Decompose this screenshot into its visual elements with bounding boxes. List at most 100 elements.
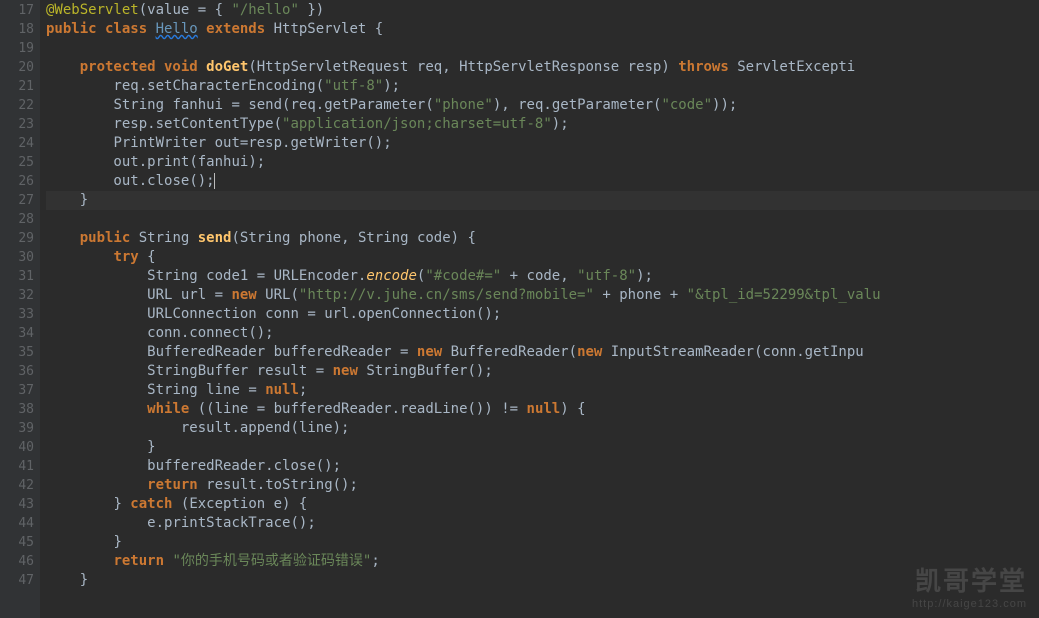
token-op: = bbox=[231, 97, 248, 113]
code-line[interactable] bbox=[46, 39, 1039, 58]
code-line[interactable]: @WebServlet(value = { "/hello" }) bbox=[46, 1, 1039, 20]
token-method-def: doGet bbox=[206, 59, 248, 75]
code-line[interactable]: public class Hello extends HttpServlet { bbox=[46, 20, 1039, 39]
line-number[interactable]: 41 bbox=[0, 457, 34, 476]
code-line[interactable]: BufferedReader bufferedReader = new Buff… bbox=[46, 343, 1039, 362]
code-line[interactable]: bufferedReader.close(); bbox=[46, 457, 1039, 476]
line-number[interactable]: 32 bbox=[0, 286, 34, 305]
code-line[interactable]: String line = null; bbox=[46, 381, 1039, 400]
token-op: ; bbox=[349, 477, 357, 493]
token-var: fanhui bbox=[198, 154, 249, 170]
line-number[interactable]: 31 bbox=[0, 267, 34, 286]
token-var: code bbox=[527, 268, 561, 284]
token-var bbox=[46, 439, 147, 455]
token-var: url bbox=[324, 306, 349, 322]
token-classname: String bbox=[240, 230, 299, 246]
token-str: "/hello" bbox=[231, 2, 298, 18]
token-var: code1 bbox=[206, 268, 257, 284]
token-op: = bbox=[316, 363, 333, 379]
line-number[interactable]: 37 bbox=[0, 381, 34, 400]
code-line[interactable]: protected void doGet(HttpServletRequest … bbox=[46, 58, 1039, 77]
line-number[interactable]: 23 bbox=[0, 115, 34, 134]
code-line[interactable]: out.print(fanhui); bbox=[46, 153, 1039, 172]
code-line[interactable]: String code1 = URLEncoder.encode("#code#… bbox=[46, 267, 1039, 286]
code-line[interactable]: URL url = new URL("http://v.juhe.cn/sms/… bbox=[46, 286, 1039, 305]
token-classname: HttpServletRequest bbox=[257, 59, 417, 75]
line-number[interactable]: 34 bbox=[0, 324, 34, 343]
token-anno: @WebServlet bbox=[46, 2, 139, 18]
code-area[interactable]: @WebServlet(value = { "/hello" })public … bbox=[40, 0, 1039, 618]
code-line[interactable]: return result.toString(); bbox=[46, 476, 1039, 495]
code-line[interactable]: result.append(line); bbox=[46, 419, 1039, 438]
token-var bbox=[46, 287, 147, 303]
token-var: close bbox=[274, 458, 316, 474]
token-paren: ( bbox=[569, 344, 577, 360]
code-line[interactable]: PrintWriter out=resp.getWriter(); bbox=[46, 134, 1039, 153]
line-number[interactable]: 18 bbox=[0, 20, 34, 39]
line-number[interactable]: 20− bbox=[0, 58, 34, 77]
token-var bbox=[46, 230, 80, 246]
code-line[interactable]: try { bbox=[46, 248, 1039, 267]
token-op: , bbox=[442, 59, 459, 75]
line-number[interactable]: 25 bbox=[0, 153, 34, 172]
code-line[interactable]: String fanhui = send(req.getParameter("p… bbox=[46, 96, 1039, 115]
line-number[interactable]: 33 bbox=[0, 305, 34, 324]
code-line[interactable]: URLConnection conn = url.openConnection(… bbox=[46, 305, 1039, 324]
line-number[interactable]: 45 bbox=[0, 533, 34, 552]
code-line[interactable]: conn.connect(); bbox=[46, 324, 1039, 343]
line-number[interactable]: 46 bbox=[0, 552, 34, 571]
token-paren: ) bbox=[493, 97, 501, 113]
line-number[interactable]: 29− bbox=[0, 229, 34, 248]
code-line[interactable]: out.close(); bbox=[46, 172, 1039, 191]
line-number[interactable]: 43 bbox=[0, 495, 34, 514]
token-classname: HttpServlet bbox=[274, 21, 375, 37]
token-op: + bbox=[594, 287, 619, 303]
code-line[interactable]: req.setCharacterEncoding("utf-8"); bbox=[46, 77, 1039, 96]
token-var: conn bbox=[265, 306, 307, 322]
line-number-gutter[interactable]: 17181920−212223242526272829−303132333435… bbox=[0, 0, 40, 618]
line-number[interactable]: 17 bbox=[0, 1, 34, 20]
line-number[interactable]: 21 bbox=[0, 77, 34, 96]
code-line[interactable]: while ((line = bufferedReader.readLine()… bbox=[46, 400, 1039, 419]
line-number[interactable]: 22 bbox=[0, 96, 34, 115]
code-line[interactable]: } bbox=[46, 191, 1039, 210]
code-line[interactable]: } bbox=[46, 438, 1039, 457]
token-var: req bbox=[518, 97, 543, 113]
code-line[interactable]: } bbox=[46, 571, 1039, 590]
line-number[interactable]: 39 bbox=[0, 419, 34, 438]
line-number[interactable]: 44 bbox=[0, 514, 34, 533]
line-number[interactable]: 19 bbox=[0, 39, 34, 58]
line-number[interactable]: 24 bbox=[0, 134, 34, 153]
code-line[interactable]: StringBuffer result = new StringBuffer()… bbox=[46, 362, 1039, 381]
token-var bbox=[46, 382, 147, 398]
line-number[interactable]: 26 bbox=[0, 172, 34, 191]
code-editor[interactable]: 17181920−212223242526272829−303132333435… bbox=[0, 0, 1039, 618]
token-var bbox=[46, 572, 80, 588]
token-var: send bbox=[248, 97, 282, 113]
token-op: ; bbox=[729, 97, 737, 113]
token-var bbox=[46, 192, 80, 208]
token-paren: { bbox=[147, 249, 155, 265]
line-number[interactable]: 30 bbox=[0, 248, 34, 267]
line-number[interactable]: 47 bbox=[0, 571, 34, 590]
line-number[interactable]: 42 bbox=[0, 476, 34, 495]
line-number[interactable]: 38 bbox=[0, 400, 34, 419]
line-number[interactable]: 36 bbox=[0, 362, 34, 381]
token-paren: ) bbox=[661, 59, 678, 75]
token-kw: protected void bbox=[80, 59, 206, 75]
line-number[interactable]: 28 bbox=[0, 210, 34, 229]
code-line[interactable]: } bbox=[46, 533, 1039, 552]
code-line[interactable] bbox=[46, 210, 1039, 229]
code-line[interactable]: e.printStackTrace(); bbox=[46, 514, 1039, 533]
token-paren: ) bbox=[248, 154, 256, 170]
line-number[interactable]: 35 bbox=[0, 343, 34, 362]
code-line[interactable]: resp.setContentType("application/json;ch… bbox=[46, 115, 1039, 134]
code-line[interactable]: } catch (Exception e) { bbox=[46, 495, 1039, 514]
token-op: ; bbox=[299, 382, 307, 398]
code-line[interactable]: return "你的手机号码或者验证码错误"; bbox=[46, 552, 1039, 571]
code-line[interactable]: public String send(String phone, String … bbox=[46, 229, 1039, 248]
line-number[interactable]: 40 bbox=[0, 438, 34, 457]
token-op: . bbox=[147, 116, 155, 132]
line-number[interactable]: 27 bbox=[0, 191, 34, 210]
token-classname: BufferedReader bbox=[451, 344, 569, 360]
